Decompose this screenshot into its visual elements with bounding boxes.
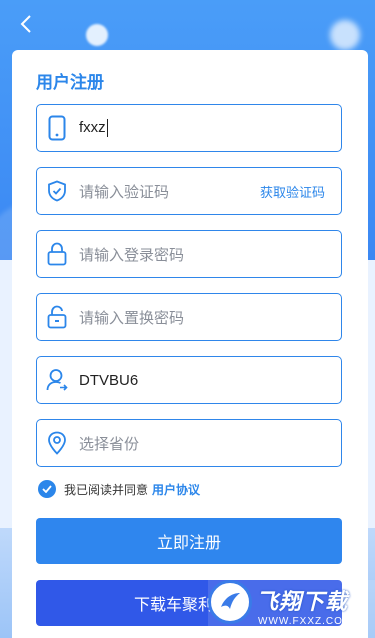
decor-bubble: [330, 20, 360, 50]
watermark-url: WWW.FXXZ.COM: [258, 616, 353, 627]
verification-code-field[interactable]: 请输入验证码 获取验证码: [36, 167, 342, 215]
shield-icon: [46, 178, 68, 204]
back-button[interactable]: [14, 12, 38, 36]
get-code-button[interactable]: 获取验证码: [260, 182, 325, 201]
phone-field[interactable]: fxxz: [36, 104, 342, 152]
chevron-left-icon: [20, 15, 31, 33]
agreement-checkbox[interactable]: [38, 480, 56, 498]
agreement-text: 我已阅读并同意: [64, 482, 149, 497]
user-agreement-link[interactable]: 用户协议: [152, 481, 200, 498]
location-pin-icon: [46, 430, 68, 456]
exchange-password-input: 请输入置换密码: [79, 309, 185, 327]
checkmark-icon: [42, 485, 52, 493]
watermark-logo-icon: [208, 580, 252, 624]
user-invite-icon: [46, 367, 68, 393]
watermark-brand: 飞翔下载: [256, 589, 349, 614]
verification-code-input: 请输入验证码: [79, 183, 170, 201]
lock-icon: [46, 241, 68, 267]
invite-code-input: DTVBU6: [79, 371, 139, 389]
phone-icon: [46, 115, 68, 141]
invite-code-field[interactable]: DTVBU6: [36, 356, 342, 404]
unlock-icon: [46, 304, 68, 330]
decor-bubble: [86, 24, 108, 46]
login-password-input: 请输入登录密码: [79, 246, 185, 264]
register-button[interactable]: 立即注册: [36, 518, 342, 564]
login-password-field[interactable]: 请输入登录密码: [36, 230, 342, 278]
province-field[interactable]: 选择省份: [36, 419, 342, 467]
agreement-row: 我已阅读并同意 用户协议: [38, 480, 200, 498]
page-title: 用户注册: [36, 73, 104, 92]
province-select: 选择省份: [79, 435, 140, 453]
exchange-password-field[interactable]: 请输入置换密码: [36, 293, 342, 341]
phone-input-value: fxxz: [79, 118, 108, 138]
register-card: 用户注册 fxxz 请输入验证码 获取验证码 请输入登录密码 请输入置换密码 D…: [12, 50, 368, 638]
